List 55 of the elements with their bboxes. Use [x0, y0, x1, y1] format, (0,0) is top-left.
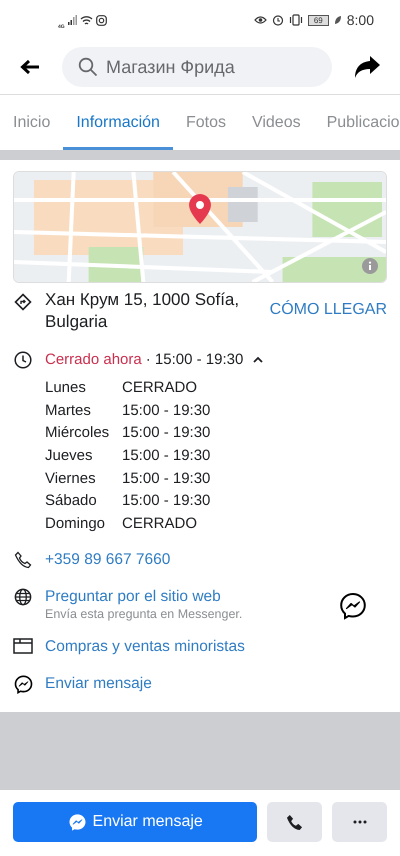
messenger-icon	[68, 812, 87, 832]
day-hours: 15:00 - 19:30	[122, 470, 212, 488]
back-arrow-icon[interactable]	[20, 59, 40, 75]
phone-link[interactable]: +359 89 667 7660	[45, 551, 170, 570]
battery-level: 69	[308, 14, 329, 26]
directions-link[interactable]: CÓMO LLEGAR	[270, 301, 387, 319]
website-question-link[interactable]: Preguntar por el sitio web	[45, 588, 327, 606]
globe-icon	[14, 588, 32, 606]
day-hours: CERRADO	[122, 379, 198, 397]
search-icon	[78, 57, 98, 77]
vibrate-icon	[288, 14, 303, 26]
messenger-icon[interactable]	[339, 592, 367, 620]
send-message-button[interactable]: Enviar mensaje	[13, 802, 258, 842]
phone-icon	[286, 814, 304, 830]
day-hours: 15:00 - 19:30	[122, 424, 212, 442]
day-hours: 15:00 - 19:30	[122, 402, 212, 420]
day-hours: CERRADO	[122, 515, 198, 534]
website-question-hint: Envía esta pregunta en Messenger.	[45, 607, 244, 622]
hours-range: · 15:00 - 19:30	[146, 351, 244, 368]
wifi-icon	[80, 14, 93, 26]
caret-icon[interactable]	[253, 356, 264, 363]
search-field[interactable]: Магазин Фрида	[62, 47, 332, 87]
directions-icon	[14, 293, 32, 311]
day-hours: 15:00 - 19:30	[122, 492, 212, 510]
more-icon	[352, 820, 367, 824]
day-name: Jueves	[45, 447, 94, 466]
eye-icon	[254, 15, 267, 25]
signal-icon	[68, 15, 77, 25]
clock-icon	[14, 351, 32, 369]
messenger-icon	[14, 675, 32, 694]
tab[interactable]: Información	[63, 95, 173, 150]
leaf-icon	[334, 15, 342, 25]
alarm-icon	[272, 14, 284, 26]
day-name: Viernes	[45, 470, 97, 488]
storefront-icon	[13, 638, 33, 654]
tab[interactable]: Videos	[238, 95, 314, 150]
tab[interactable]: Publicacio	[314, 95, 400, 150]
address-text: Хан Крум 15, 1000 Sofía, Bulgaria	[45, 289, 240, 333]
instagram-icon	[96, 14, 107, 26]
day-name: Sábado	[45, 492, 98, 510]
clock-time: 8:00	[346, 12, 374, 28]
category-link[interactable]: Compras y ventas minoristas	[45, 638, 245, 656]
day-name: Martes	[45, 402, 92, 420]
day-name: Lunes	[45, 379, 87, 397]
share-icon[interactable]	[354, 55, 380, 79]
phone-icon	[14, 551, 32, 570]
day-name: Miércoles	[45, 424, 110, 442]
info-icon[interactable]	[362, 258, 378, 274]
open-status: Cerrado ahora	[45, 351, 142, 368]
day-hours: 15:00 - 19:30	[122, 447, 212, 466]
tab[interactable]: Fotos	[172, 95, 239, 150]
day-name: Domingo	[45, 515, 106, 534]
tab[interactable]: Inicio	[0, 95, 64, 150]
send-message-link[interactable]: Enviar mensaje	[45, 675, 152, 694]
call-button[interactable]	[267, 802, 322, 842]
